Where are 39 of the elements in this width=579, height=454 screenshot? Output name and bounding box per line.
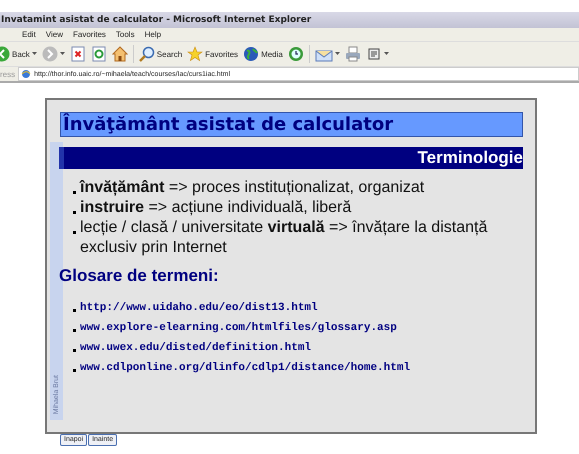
toolbar-button[interactable]: Search bbox=[138, 46, 182, 62]
stop-icon bbox=[70, 46, 86, 62]
glossary-link[interactable]: http://www.uidaho.edu/eo/dist13.html bbox=[80, 300, 318, 316]
star-icon bbox=[187, 46, 204, 62]
toolbar-button[interactable]: Favorites bbox=[187, 46, 238, 62]
menu-item[interactable]: Edit bbox=[22, 30, 36, 39]
section-heading: Terminologie bbox=[59, 147, 523, 169]
menu-item[interactable]: Tools bbox=[116, 30, 135, 39]
toolbar-button[interactable]: Back bbox=[0, 46, 37, 62]
toolbar-button[interactable] bbox=[112, 46, 128, 62]
refresh-icon bbox=[90, 46, 107, 62]
document-edit-icon bbox=[366, 46, 382, 62]
search-icon bbox=[138, 46, 155, 62]
toolbar-button[interactable] bbox=[70, 46, 86, 62]
glossary-link[interactable]: www.explore-elearning.com/htmlfiles/glossary.asp bbox=[80, 320, 397, 336]
globe-icon bbox=[243, 46, 260, 62]
window-title: Invatamint asistat de calculator - Microsoft Internet Explorer bbox=[0, 12, 579, 28]
toolbar-button[interactable]: Media bbox=[243, 46, 283, 62]
glossary-link[interactable]: www.cdlponline.org/dlinfo/cdlp1/distance/home.html bbox=[80, 360, 410, 376]
menu-item[interactable]: Help bbox=[144, 30, 162, 39]
glossary-heading: Glosare de termeni: bbox=[59, 266, 220, 286]
bullet-text: învățământ => proces instituționalizat, organizat bbox=[80, 178, 426, 198]
home-icon bbox=[112, 46, 128, 62]
caret-icon bbox=[60, 52, 65, 56]
caret-icon bbox=[32, 52, 37, 56]
bullet-text: lecție / clasă / universitate virtuală => învățare la distanță exclusiv prin Internet bbox=[80, 218, 488, 258]
menu-item[interactable]: View bbox=[46, 30, 63, 39]
menu-item[interactable]: Favorites bbox=[73, 30, 106, 39]
glossary-link[interactable]: www.uwex.edu/disted/definition.html bbox=[80, 340, 312, 356]
address-label: ress bbox=[0, 70, 16, 78]
toolbar-button[interactable] bbox=[344, 46, 361, 62]
toolbar-button[interactable] bbox=[366, 46, 389, 62]
caret-icon bbox=[334, 52, 340, 56]
clock-icon bbox=[288, 46, 304, 62]
printer-icon bbox=[344, 46, 361, 62]
bullet-text: instruire => acțiune individuală, liberă bbox=[80, 198, 352, 218]
slide-title: Învăţământ asistat de calculator bbox=[60, 112, 523, 137]
toolbar-button[interactable] bbox=[90, 46, 107, 62]
caret-icon bbox=[384, 52, 389, 56]
